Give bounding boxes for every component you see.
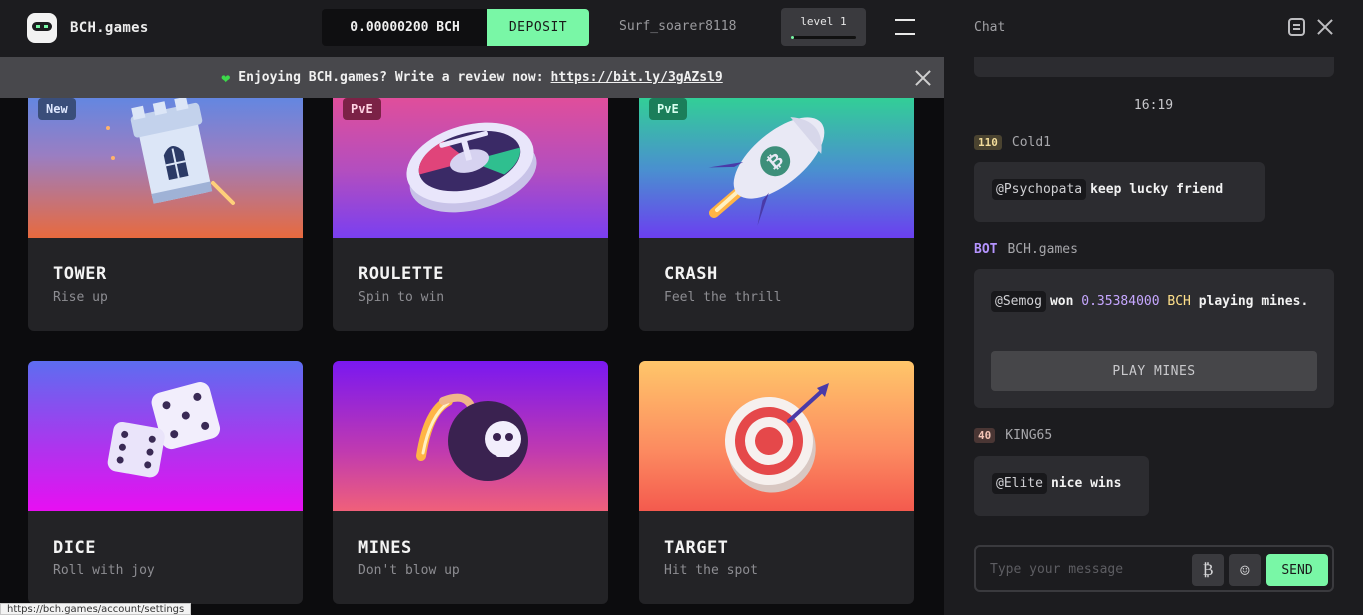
level-indicator[interactable]: level 1 <box>781 8 866 46</box>
game-card-mines[interactable]: MINES Don't blow up <box>333 361 608 604</box>
message-bubble: @Elite nice wins <box>974 456 1149 516</box>
chat-input-box: ₿ ☺ SEND <box>974 545 1334 592</box>
chat-timestamp: 16:19 <box>1133 98 1174 113</box>
target-art <box>639 361 914 511</box>
mention[interactable]: @Elite <box>992 473 1047 494</box>
message-username[interactable]: KING65 <box>1005 428 1052 443</box>
review-banner: ❤ Enjoying BCH.games? Write a review now… <box>0 57 944 98</box>
level-progress-fill <box>791 36 795 39</box>
review-link[interactable]: https://bit.ly/3gAZsl9 <box>551 70 723 85</box>
play-mines-button[interactable]: PLAY MINES <box>991 351 1317 391</box>
game-subtitle: Rise up <box>53 290 108 305</box>
message-header: 110 Cold1 <box>974 135 1051 150</box>
game-card-roulette[interactable]: PvE ROULETTE Spin to win <box>333 98 608 331</box>
message-text: keep lucky friend <box>1090 182 1224 197</box>
mines-art <box>333 361 608 511</box>
heart-icon: ❤ <box>221 68 231 87</box>
game-card-target[interactable]: TARGET Hit the spot <box>639 361 914 604</box>
game-subtitle: Roll with joy <box>53 563 155 578</box>
level-progress-bar <box>791 36 856 39</box>
bot-badge: BOT <box>974 242 998 257</box>
top-header: BCH.games 0.00000200 BCH DEPOSIT Surf_so… <box>0 0 944 57</box>
send-button[interactable]: SEND <box>1266 554 1328 586</box>
hamburger-menu-icon[interactable] <box>895 19 915 35</box>
bot-message-bubble: @Semog won 0.35384000 BCH playing mines. … <box>974 269 1334 408</box>
message-bubble: @Psychopata keep lucky friend <box>974 162 1265 222</box>
game-title: MINES <box>358 538 412 558</box>
message-text: @Semog won 0.35384000 BCH playing mines. <box>991 289 1321 315</box>
game-title: TOWER <box>53 264 107 284</box>
game-card-dice[interactable]: DICE Roll with joy <box>28 361 303 604</box>
game-title: TARGET <box>664 538 729 558</box>
message-header: BOT BCH.games <box>974 242 1078 257</box>
balance-display[interactable]: 0.00000200 BCH <box>322 9 488 46</box>
chat-panel: Chat 16:19 110 Cold1 @Psychopata keep luc… <box>944 0 1363 615</box>
message-username[interactable]: Cold1 <box>1012 135 1051 150</box>
game-grid: New TOWER Rise up PvE ROULETTE Spin to w <box>0 98 944 615</box>
chat-rules-icon[interactable] <box>1288 18 1305 36</box>
dice-art <box>28 361 303 511</box>
mention[interactable]: @Semog <box>991 291 1046 312</box>
game-badge: New <box>38 98 76 120</box>
user-level-badge: 40 <box>974 428 996 443</box>
game-badge: PvE <box>343 98 381 120</box>
browser-status-bar: https://bch.games/account/settings <box>0 603 192 615</box>
emoji-icon[interactable]: ☺ <box>1229 554 1261 586</box>
chat-title: Chat <box>974 20 1006 35</box>
game-card-tower[interactable]: New TOWER Rise up <box>28 98 303 331</box>
game-title: ROULETTE <box>358 264 444 284</box>
deposit-button[interactable]: DEPOSIT <box>487 9 589 46</box>
logo[interactable]: BCH.games <box>27 13 149 43</box>
previous-message-bubble <box>974 57 1334 77</box>
game-subtitle: Feel the thrill <box>664 290 782 305</box>
message-username: BCH.games <box>1007 242 1078 257</box>
game-card-crash[interactable]: ₿ PvE CRASH Feel the thrill <box>639 98 914 331</box>
chat-message-input[interactable] <box>990 559 1180 579</box>
game-subtitle: Don't blow up <box>358 563 460 578</box>
game-badge: PvE <box>649 98 687 120</box>
banner-text: Enjoying BCH.games? Write a review now: <box>238 70 544 85</box>
gamepad-logo-icon <box>27 13 57 43</box>
game-subtitle: Hit the spot <box>664 563 758 578</box>
mention[interactable]: @Psychopata <box>992 179 1087 200</box>
game-name: mines. <box>1261 294 1309 309</box>
message-header: 40 KING65 <box>974 428 1052 443</box>
user-level-badge: 110 <box>974 135 1002 150</box>
chat-close-icon[interactable] <box>1316 18 1334 36</box>
username[interactable]: Surf_soarer8118 <box>619 19 736 34</box>
logo-text: BCH.games <box>70 20 149 36</box>
banner-close-icon[interactable] <box>914 69 932 87</box>
game-title: CRASH <box>664 264 718 284</box>
win-currency: BCH <box>1167 294 1191 309</box>
game-title: DICE <box>53 538 96 558</box>
bitcoin-tip-icon[interactable]: ₿ <box>1192 554 1224 586</box>
win-amount: 0.35384000 <box>1081 294 1160 309</box>
chat-messages[interactable]: 16:19 110 Cold1 @Psychopata keep lucky fr… <box>944 57 1363 537</box>
message-text: nice wins <box>1050 476 1122 491</box>
game-subtitle: Spin to win <box>358 290 445 305</box>
level-label: level 1 <box>800 15 847 28</box>
